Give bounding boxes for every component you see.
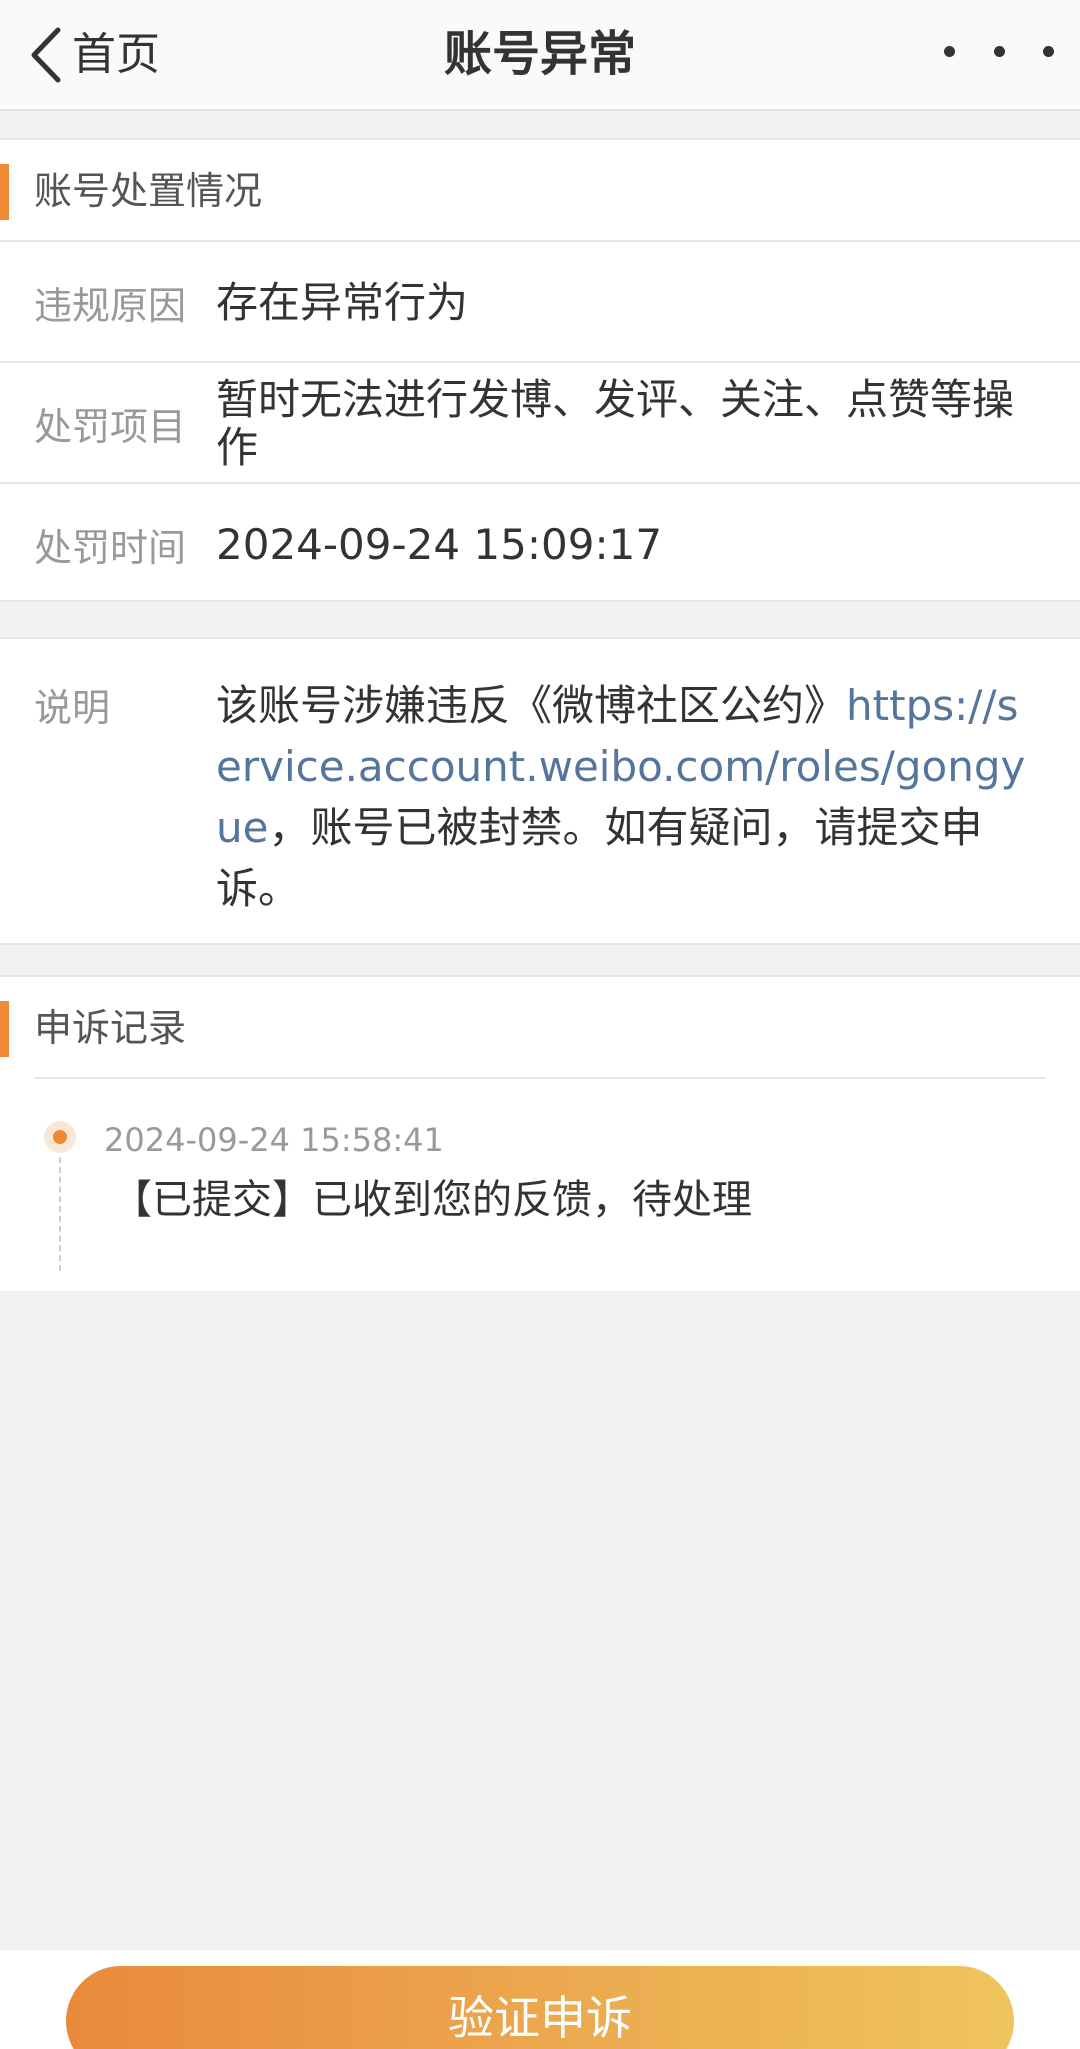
account-status-card: 账号处置情况 违规原因 存在异常行为 处罚项目 暂时无法进行发博、发评、关注、点… <box>0 138 1080 602</box>
row-label: 违规原因 <box>34 284 187 328</box>
description-text-after: ，账号已被封禁。如有疑问，请提交申诉。 <box>216 803 983 913</box>
section-header: 申诉记录 <box>0 977 1080 1077</box>
description-label: 说明 <box>34 686 111 730</box>
chevron-left-icon <box>28 26 64 84</box>
row-value: 存在异常行为 <box>216 277 469 327</box>
timeline-item: 2024-09-24 15:58:41 【已提交】已收到您的反馈，待处理 <box>0 1079 1080 1293</box>
button-label: 验证申诉 <box>448 1991 632 2045</box>
section-header: 账号处置情况 <box>0 140 1080 240</box>
more-horizontal-icon <box>993 45 1005 57</box>
bottom-bar: 验证申诉 <box>0 1950 1080 2049</box>
verify-appeal-button[interactable]: 验证申诉 <box>66 1966 1014 2049</box>
description-card: 说明 该账号涉嫌违反《微博社区公约》https://service.accoun… <box>0 637 1080 945</box>
row-label: 处罚时间 <box>34 526 187 570</box>
description-text-before: 该账号涉嫌违反《微博社区公约》 <box>216 681 847 730</box>
timeline-dot-center <box>53 1130 67 1144</box>
record-text: 【已提交】已收到您的反馈，待处理 <box>112 1177 752 1223</box>
back-button[interactable]: 首页 <box>28 20 160 90</box>
page: 首页 账号异常 账号处置情况 违规原因 存在异常行为 处罚项目 暂时无法进行发博… <box>0 0 1080 2049</box>
row-value: 暂时无法进行发博、发评、关注、点赞等操作 <box>216 374 1015 472</box>
appeal-record-card: 申诉记录 2024-09-24 15:58:41 【已提交】已收到您的反馈，待处… <box>0 975 1080 1291</box>
more-button[interactable] <box>944 36 1054 66</box>
back-label: 首页 <box>72 29 160 80</box>
info-row-penalty: 处罚项目 暂时无法进行发博、发评、关注、点赞等操作 <box>0 361 1080 482</box>
row-label: 处罚项目 <box>34 405 187 449</box>
timeline-line <box>59 1157 61 1271</box>
more-horizontal-icon <box>944 45 955 57</box>
row-value: 2024-09-24 15:09:17 <box>216 519 663 569</box>
record-time: 2024-09-24 15:58:41 <box>104 1121 444 1159</box>
section-title: 申诉记录 <box>34 1006 187 1050</box>
more-horizontal-icon <box>1043 45 1054 57</box>
description-text: 该账号涉嫌违反《微博社区公约》https://service.account.w… <box>216 675 1036 919</box>
info-row-reason: 违规原因 存在异常行为 <box>0 240 1080 361</box>
nav-bar: 首页 账号异常 <box>0 0 1080 111</box>
nav-title-wrap: 账号异常 <box>0 22 1080 86</box>
section-accent-bar <box>0 164 9 220</box>
section-accent-bar <box>0 1001 9 1057</box>
page-title: 账号异常 <box>443 26 636 82</box>
info-row-time: 处罚时间 2024-09-24 15:09:17 <box>0 482 1080 603</box>
section-title: 账号处置情况 <box>34 169 263 213</box>
